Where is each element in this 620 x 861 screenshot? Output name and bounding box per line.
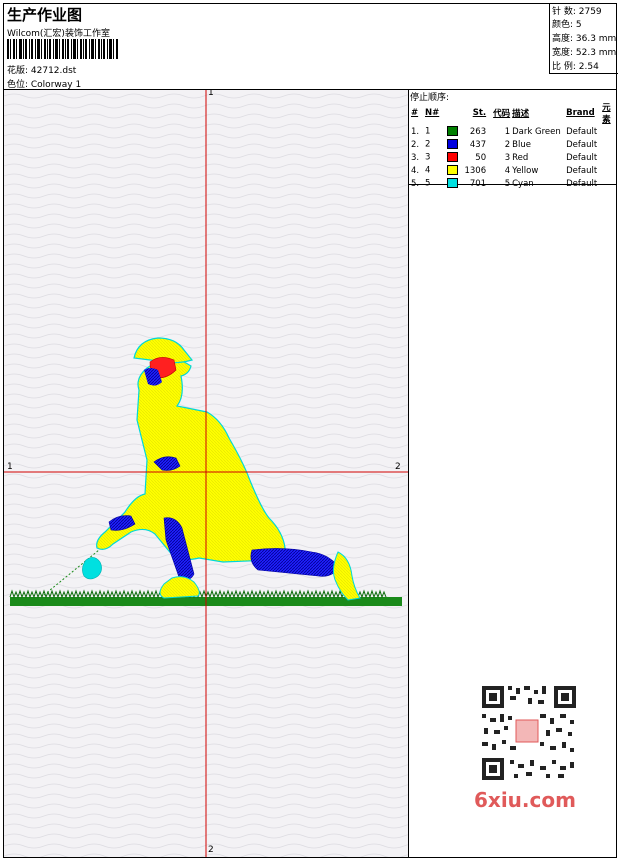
row-desc: Red — [512, 152, 529, 163]
barcode — [7, 39, 118, 59]
color-count: 颜色: 5 — [552, 20, 582, 30]
row-desc: Cyan — [512, 178, 534, 189]
col-header-desc: 描述 — [512, 109, 530, 119]
design-file-label: 花版: 42712.dst — [7, 66, 77, 76]
color-swatch — [447, 139, 459, 150]
row-code: 5 — [504, 178, 511, 189]
axis-right-label: 2 — [395, 462, 401, 472]
axis-left-label: 1 — [7, 462, 13, 472]
col-header-code: 代码 — [493, 109, 511, 119]
row-index: 5. — [411, 178, 420, 189]
row-element — [601, 151, 616, 164]
col-header-element: 元素 — [602, 103, 611, 125]
row-code: 4 — [504, 165, 511, 176]
company-name: Wilcom(汇宏)装饰工作室 — [7, 29, 110, 39]
table-row: 3. 3 50 3 Red Default — [410, 151, 616, 164]
row-needle: 1 — [424, 125, 459, 138]
qr-code — [470, 680, 585, 790]
row-brand: Default — [566, 139, 598, 150]
row-brand: Default — [566, 165, 598, 176]
table-header-row: # N# St. 代码 描述 Brand 元素 — [410, 101, 616, 125]
row-element — [601, 125, 616, 138]
table-row: 5. 5 701 5 Cyan Default — [410, 177, 616, 190]
row-stitches: 701 — [469, 178, 487, 189]
page-title: 生产作业图 — [7, 6, 83, 24]
row-desc: Blue — [512, 139, 531, 150]
design-height: 高度: 36.3 mm — [552, 34, 617, 44]
row-index: 1. — [411, 126, 420, 137]
axis-bottom-label: 2 — [208, 845, 214, 855]
row-brand: Default — [566, 178, 598, 189]
table-row: 4. 4 1306 4 Yellow Default — [410, 164, 616, 177]
embroidery-preview — [4, 90, 408, 857]
row-needle: 3 — [424, 151, 459, 164]
table-row: 1. 1 263 1 Dark Green Default — [410, 125, 616, 138]
row-stitches: 437 — [469, 139, 487, 150]
table-row: 2. 2 437 2 Blue Default — [410, 138, 616, 151]
row-stitches: 1306 — [464, 165, 487, 176]
stop-sequence-table: # N# St. 代码 描述 Brand 元素 1. 1 263 1 Dark Gre… — [410, 101, 616, 190]
axis-top-label: 1 — [208, 90, 214, 98]
row-element — [601, 138, 616, 151]
row-brand: Default — [566, 152, 598, 163]
color-swatch — [447, 178, 459, 189]
colorway-label: 色位: Colorway 1 — [7, 80, 82, 90]
col-header-n: N# — [425, 108, 440, 118]
row-needle: 5 — [424, 177, 459, 190]
row-needle-number: 3 — [425, 152, 431, 163]
row-needle-number: 2 — [425, 139, 431, 150]
color-swatch — [447, 152, 459, 163]
header: 生产作业图 Wilcom(汇宏)装饰工作室 花版: 42712.dst 色位: … — [3, 3, 618, 90]
design-canvas[interactable]: 1 1 2 2 — [4, 90, 409, 857]
row-needle: 2 — [424, 138, 459, 151]
row-stitches: 50 — [475, 152, 487, 163]
row-brand: Default — [566, 126, 598, 137]
color-swatch — [447, 165, 459, 176]
row-needle-number: 4 — [425, 165, 431, 176]
row-element — [601, 164, 616, 177]
watermark-logo: 6xiu.com — [474, 788, 576, 812]
row-desc: Yellow — [512, 165, 539, 176]
row-code: 2 — [504, 139, 511, 150]
row-element — [601, 177, 616, 190]
col-header-stitches: St. — [472, 108, 487, 118]
row-code: 3 — [504, 152, 511, 163]
stop-sequence-panel: 停止顺序: # N# St. 代码 描述 Brand 元素 1. 1 263 1 Da… — [408, 90, 617, 189]
row-index: 3. — [411, 152, 420, 163]
color-swatch — [447, 126, 459, 137]
col-header-index: # — [411, 108, 419, 118]
row-code: 1 — [504, 126, 511, 137]
row-index: 4. — [411, 165, 420, 176]
scale-ratio: 比 例: 2.54 — [552, 62, 599, 72]
design-stats: 针 数: 2759 颜色: 5 高度: 36.3 mm 宽度: 52.3 mm … — [549, 3, 618, 74]
stitch-count: 针 数: 2759 — [552, 7, 602, 17]
row-index: 2. — [411, 139, 420, 150]
row-needle-number: 1 — [425, 126, 431, 137]
row-desc: Dark Green — [512, 126, 561, 137]
design-width: 宽度: 52.3 mm — [552, 48, 617, 58]
row-needle-number: 5 — [425, 178, 431, 189]
row-needle: 4 — [424, 164, 459, 177]
row-stitches: 263 — [469, 126, 487, 137]
col-header-brand: Brand — [566, 108, 595, 118]
